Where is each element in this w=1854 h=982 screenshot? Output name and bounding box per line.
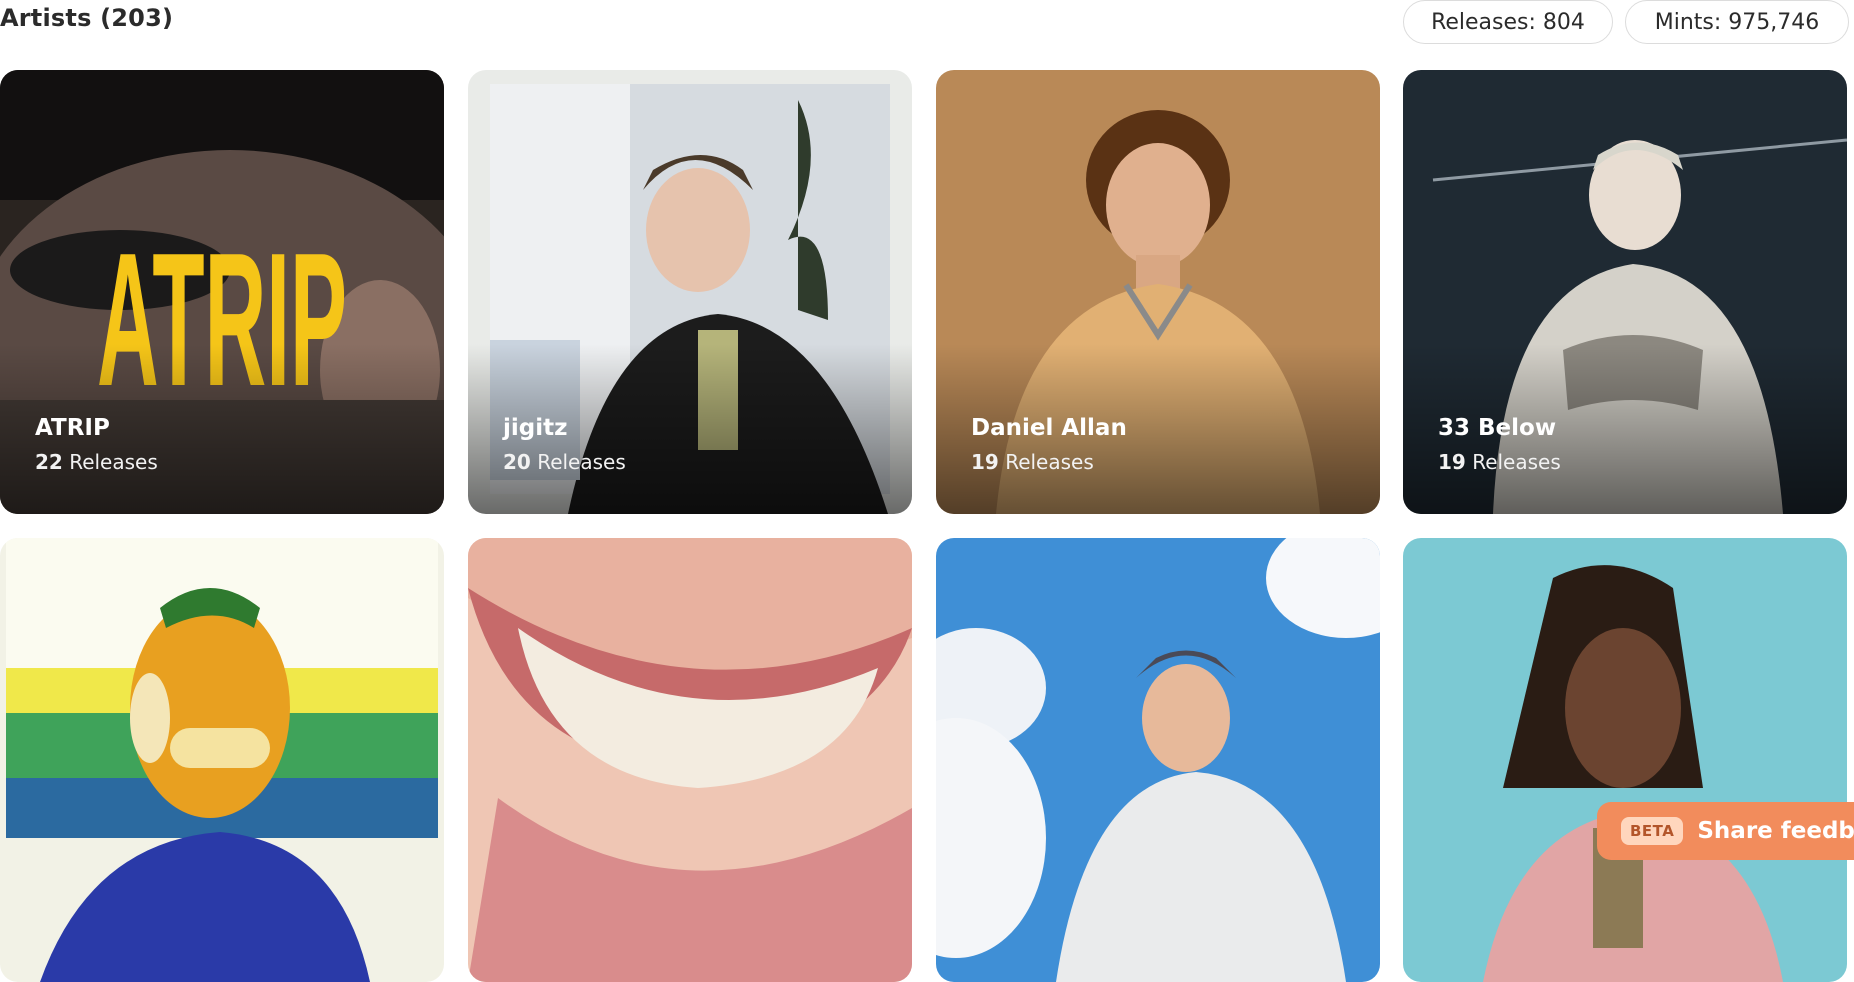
- artist-card-jigitz[interactable]: jigitz 20 Releases: [468, 70, 912, 514]
- artist-release-count: 20 Releases: [503, 450, 626, 474]
- artist-card[interactable]: [468, 538, 912, 982]
- artist-name: Daniel Allan: [971, 415, 1127, 441]
- artist-card-33-below[interactable]: 33 Below 19 Releases: [1403, 70, 1847, 514]
- artist-card-daniel-allan[interactable]: Daniel Allan 19 Releases: [936, 70, 1380, 514]
- beta-badge: BETA: [1621, 817, 1684, 845]
- artist-image: [1403, 538, 1847, 982]
- artist-release-count: 19 Releases: [1438, 450, 1561, 474]
- artist-image: [468, 538, 912, 982]
- artist-release-count: 19 Releases: [971, 450, 1094, 474]
- share-feedback-button[interactable]: BETA Share feedback: [1597, 802, 1854, 860]
- mints-stat-pill: Mints: 975,746: [1625, 0, 1849, 44]
- artist-name: 33 Below: [1438, 415, 1557, 441]
- artist-image: [936, 538, 1380, 982]
- artist-name: jigitz: [503, 415, 568, 441]
- artist-name: ATRIP: [35, 415, 110, 441]
- artist-release-count: 22 Releases: [35, 450, 158, 474]
- artist-card-atrip[interactable]: ATRIP ATRIP 22 Releases: [0, 70, 444, 514]
- artist-card[interactable]: [1403, 538, 1847, 982]
- artist-image: [0, 538, 444, 982]
- page-title: Artists (203): [0, 4, 174, 32]
- artist-card[interactable]: [0, 538, 444, 982]
- releases-stat-pill: Releases: 804: [1403, 0, 1613, 44]
- artist-card[interactable]: [936, 538, 1380, 982]
- share-feedback-label: Share feedback: [1697, 818, 1854, 844]
